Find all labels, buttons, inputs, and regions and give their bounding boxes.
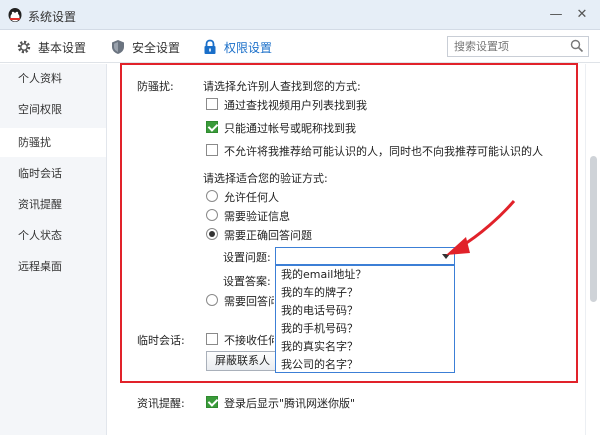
section-label-anti-harass: 防骚扰: (137, 80, 174, 93)
checkbox-account-or-nickname[interactable] (206, 121, 218, 133)
option-label: 需要正确回答问题 (224, 229, 312, 242)
window-title: 系统设置 (28, 10, 77, 24)
option-label: 不接收任何临时会话消息 (224, 334, 274, 347)
gear-icon (17, 40, 31, 54)
tab-label: 基本设置 (38, 40, 87, 55)
tab-label: 权限设置 (224, 40, 273, 55)
find-method-prompt: 请选择允许别人查找到您的方式: (203, 80, 361, 93)
radio-answer-questions[interactable] (206, 294, 218, 306)
minimize-icon[interactable]: — (548, 7, 564, 23)
search-input[interactable] (448, 37, 566, 56)
sidebar-item-space-permission[interactable]: 空间权限 (0, 95, 106, 124)
checkbox-no-recommend[interactable] (206, 144, 218, 156)
option-label: 需要验证信息 (224, 210, 290, 223)
close-icon[interactable]: ✕ (574, 7, 590, 23)
dropdown-option[interactable]: 我的手机号码？ (276, 320, 454, 338)
sidebar-item-anti-harass[interactable]: 防骚扰 (0, 128, 106, 157)
search-box[interactable] (447, 36, 589, 57)
question-label: 设置问题: (223, 251, 271, 264)
question-select[interactable] (275, 247, 455, 265)
dropdown-option[interactable]: 我的电话号码？ (276, 302, 454, 320)
title-bar: 系统设置 — ✕ (0, 0, 600, 30)
checkbox-video-user-list[interactable] (206, 98, 218, 110)
dropdown-option[interactable]: 我的真实名字？ (276, 338, 454, 356)
radio-correct-answer[interactable] (206, 228, 218, 240)
tab-security-settings[interactable]: 安全设置 (110, 37, 180, 57)
section-label-news: 资讯提醒: (137, 397, 185, 410)
option-label: 需要回答问题 (224, 295, 274, 308)
option-label: 登录后显示"腾讯网迷你版" (224, 397, 356, 410)
verify-method-prompt: 请选择适合您的验证方式: (203, 172, 328, 185)
dropdown-option[interactable]: 我公司的名字？ (276, 356, 454, 374)
blocked-contacts-button[interactable]: 屏蔽联系人管理 (206, 351, 276, 371)
sidebar-item-temp-session[interactable]: 临时会话 (0, 159, 106, 188)
scrollbar-thumb[interactable] (590, 156, 597, 302)
app-icon (8, 8, 22, 22)
answer-label: 设置答案: (223, 275, 271, 288)
search-icon[interactable] (570, 39, 584, 53)
sidebar-item-profile[interactable]: 个人资料 (0, 64, 106, 93)
option-label: 允许任何人 (224, 191, 279, 204)
checkbox-no-temp-session[interactable] (206, 333, 218, 345)
sidebar-item-remote-desktop[interactable]: 远程桌面 (0, 252, 106, 281)
option-label: 不允许将我推荐给可能认识的人，同时也不向我推荐可能认识的人 (224, 145, 543, 158)
radio-allow-anyone[interactable] (206, 190, 218, 202)
dropdown-option[interactable]: 我的email地址？ (276, 266, 454, 284)
option-label: 只能通过帐号或昵称找到我 (224, 122, 356, 135)
tab-permission-settings[interactable]: 权限设置 (202, 37, 272, 57)
tab-bar: 基本设置 安全设置 权限设置 (0, 30, 600, 63)
option-label: 通过查找视频用户列表找到我 (224, 99, 367, 112)
shield-icon (112, 40, 124, 54)
tab-label: 安全设置 (132, 40, 181, 55)
tab-basic-settings[interactable]: 基本设置 (16, 37, 86, 57)
scrollbar[interactable] (585, 64, 600, 435)
question-dropdown-list: 我的email地址？ 我的车的牌子？ 我的电话号码？ 我的手机号码？ 我的真实名… (275, 265, 455, 373)
lock-icon (204, 39, 216, 54)
sidebar: 个人资料 空间权限 防骚扰 临时会话 资讯提醒 个人状态 远程桌面 (0, 64, 107, 435)
dropdown-option[interactable]: 我的车的牌子？ (276, 284, 454, 302)
checkbox-show-mini-news[interactable] (206, 396, 218, 408)
sidebar-item-personal-status[interactable]: 个人状态 (0, 221, 106, 250)
sidebar-item-news-reminder[interactable]: 资讯提醒 (0, 190, 106, 219)
radio-need-verification[interactable] (206, 209, 218, 221)
annotation-arrow-icon (446, 200, 516, 255)
section-label-temp-session: 临时会话: (137, 334, 185, 347)
